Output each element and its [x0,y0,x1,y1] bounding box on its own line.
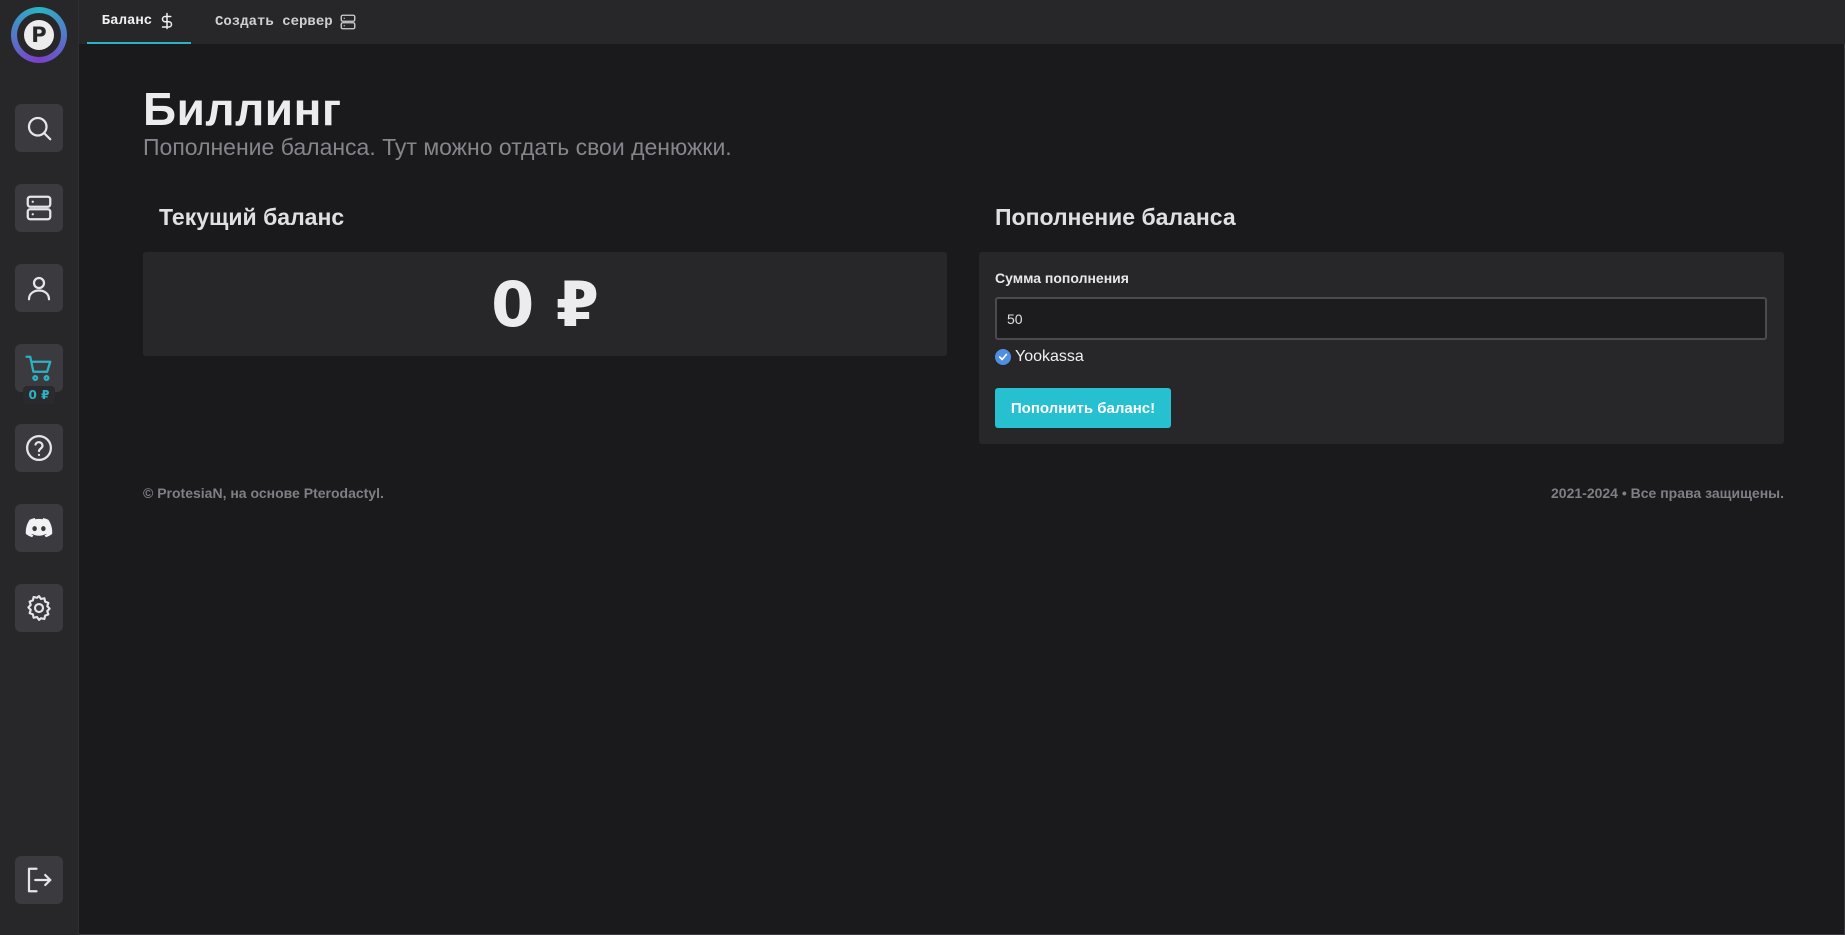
logout-icon [27,867,52,893]
user-icon [27,276,51,301]
settings-button[interactable] [15,584,63,632]
sidebar: P 0 ₽ [0,0,79,935]
topup-title: Пополнение баланса [995,204,1236,230]
search-icon [27,116,52,141]
help-icon [26,435,52,461]
logo[interactable]: P [11,7,67,63]
server-icon [340,14,356,30]
discord-icon [25,518,53,538]
tab-create-server[interactable]: Создать сервер [215,0,357,44]
logo-letter: P [24,20,54,50]
tab-balance-label: Баланс [101,13,153,29]
topup-submit-button[interactable]: Пополнить баланс! [995,388,1171,428]
servers-button[interactable] [15,184,63,232]
footer-rights: 2021-2024 • Все права защищены. [1551,485,1784,501]
dollar-icon [161,12,173,30]
page-title: Биллинг [143,83,342,135]
current-balance-card: 0 ₽ [143,252,947,356]
page-subtitle: Пополнение баланса. Тут можно отдать сво… [143,134,732,160]
logout-button[interactable] [15,856,63,904]
account-button[interactable] [15,264,63,312]
discord-button[interactable] [15,504,63,552]
search-button[interactable] [15,104,63,152]
help-button[interactable] [15,424,63,472]
current-balance-value: 0 ₽ [491,267,599,341]
tab-balance[interactable]: Баланс [87,0,191,44]
radio-checked-icon[interactable] [995,349,1011,365]
cart-icon [25,355,52,381]
tab-create-server-label: Создать сервер [215,14,333,30]
payment-method-option[interactable]: Yookassa [995,348,1084,366]
top-navigation: Баланс Создать сервер [79,0,1845,44]
current-balance-title: Текущий баланс [159,204,345,230]
shop-button[interactable] [15,344,63,392]
amount-input[interactable] [995,297,1767,340]
amount-label: Сумма пополнения [995,270,1129,286]
servers-icon [26,195,52,221]
footer-copyright: © ProtesiaN, на основе Pterodactyl. [143,485,384,501]
topup-card: Сумма пополнения Yookassa Пополнить бала… [979,252,1784,444]
gear-icon [27,595,51,621]
payment-method-label: Yookassa [1015,348,1084,365]
cart-balance-badge: 0 ₽ [23,386,55,404]
